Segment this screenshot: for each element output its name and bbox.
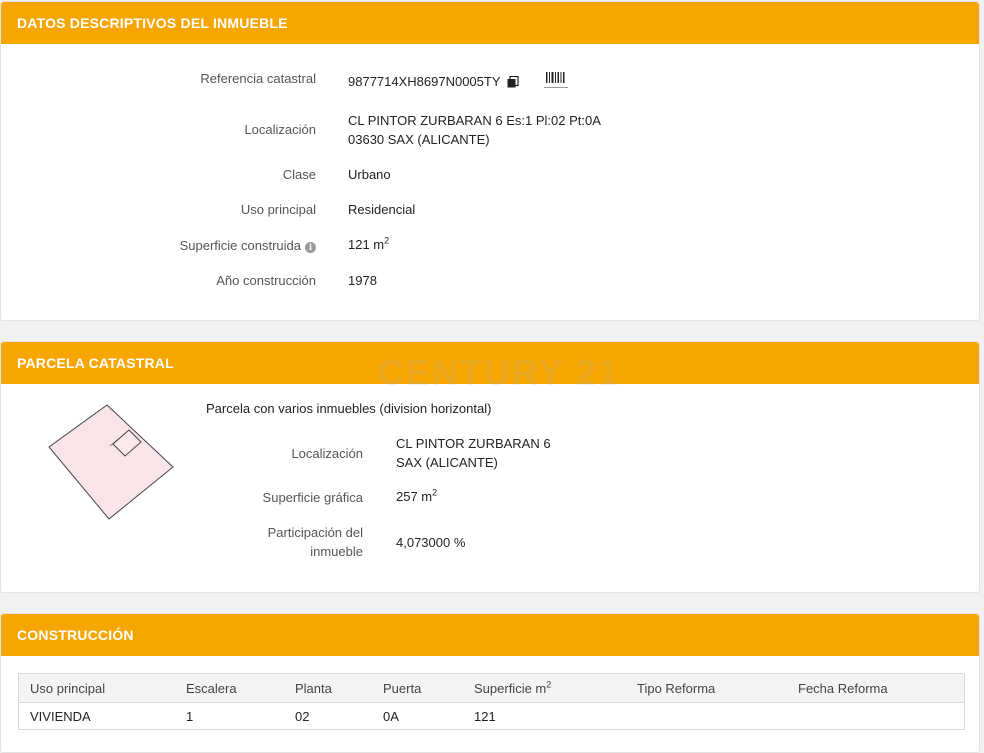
parcela-localizacion-line1: CL PINTOR ZURBARAN 6 [396, 436, 551, 451]
parcela-shape [48, 404, 174, 520]
superficie-grafica-value: 257 m2 [396, 487, 438, 504]
anio-construccion-value: 1978 [348, 273, 377, 288]
construccion-card: CONSTRUCCIÓN Uso principal Escalera Plan… [0, 613, 980, 753]
construccion-table: Uso principal Escalera Planta Puerta Sup… [18, 673, 965, 730]
clase-label: Clase [282, 167, 316, 182]
cell-tipo-reforma [626, 703, 787, 730]
barcode-icon[interactable] [544, 70, 568, 90]
col-puerta-text: Puerta [383, 680, 422, 696]
datos-descriptivos-header: DATOS DESCRIPTIVOS DEL INMUEBLE [1, 2, 979, 44]
uso-principal-value: Residencial [348, 202, 416, 217]
superficie-construida-label: Superficie construida i [180, 238, 316, 253]
superficie-grafica-label: Superficie gráfica [262, 490, 363, 505]
participacion-value: 4,073000 % [396, 535, 466, 550]
col-escalera: Escalera [175, 673, 284, 703]
col-superficie-sup: 2 [546, 679, 552, 690]
col-tipo-reforma: Tipo Reforma [626, 673, 787, 703]
referencia-catastral-text[interactable]: 9877714XH8697N0005TY [348, 74, 500, 89]
parcela-localizacion-line2: SAX (ALICANTE) [396, 455, 498, 470]
superficie-unit-sup: 2 [384, 235, 390, 246]
col-uso-principal: Uso principal [18, 673, 175, 703]
col-superficie-text: Superficie m [474, 680, 547, 696]
participacion-label-line1: Participación del [267, 525, 363, 540]
cell-fecha-reforma [787, 703, 965, 730]
participacion-label-line2: inmueble [310, 544, 363, 559]
construccion-header: CONSTRUCCIÓN [1, 614, 979, 656]
localizacion-line2: 03630 SAX (ALICANTE) [348, 132, 490, 147]
parcela-description: Parcela con varios inmuebles (division h… [206, 401, 492, 416]
col-superficie: Superficie m2 [463, 673, 626, 703]
info-icon[interactable]: i [305, 242, 316, 253]
superficie-construida-text: Superficie construida [179, 238, 301, 253]
cell-escalera: 1 [186, 708, 194, 724]
anio-construccion-label: Año construcción [216, 273, 316, 288]
parcela-localizacion-label: Localización [291, 446, 363, 461]
referencia-catastral-value: 9877714XH8697N0005TY [348, 74, 519, 89]
clase-value: Urbano [348, 167, 391, 182]
localizacion-line1: CL PINTOR ZURBARAN 6 Es:1 Pl:02 Pt:0A [348, 113, 601, 128]
referencia-catastral-label: Referencia catastral [200, 71, 316, 86]
uso-principal-label: Uso principal [240, 202, 316, 217]
superficie-grafica-unit-sup: 2 [432, 487, 438, 498]
parcela-map[interactable] [41, 397, 181, 522]
localizacion-label: Localización [244, 122, 316, 137]
superficie-construida-number: 121 m [348, 237, 385, 252]
copy-icon[interactable] [507, 76, 519, 88]
col-puerta: Puerta [372, 673, 463, 703]
cell-superficie: 121 [474, 708, 496, 724]
table-header-row: Uso principal Escalera Planta Puerta Sup… [18, 673, 965, 703]
datos-descriptivos-card: DATOS DESCRIPTIVOS DEL INMUEBLE Referenc… [0, 1, 980, 321]
cell-planta: 02 [295, 708, 310, 724]
col-planta: Planta [284, 673, 372, 703]
col-fecha-reforma: Fecha Reforma [787, 673, 965, 703]
cell-uso-principal: VIVIENDA [30, 708, 91, 724]
table-row: VIVIENDA 1 02 0A 121 [19, 703, 965, 730]
superficie-construida-value: 121 m2 [348, 235, 390, 252]
superficie-grafica-number: 257 m [396, 489, 433, 504]
century21-watermark: CENTURY 21 [378, 352, 621, 393]
cell-puerta: 0A [383, 708, 399, 724]
